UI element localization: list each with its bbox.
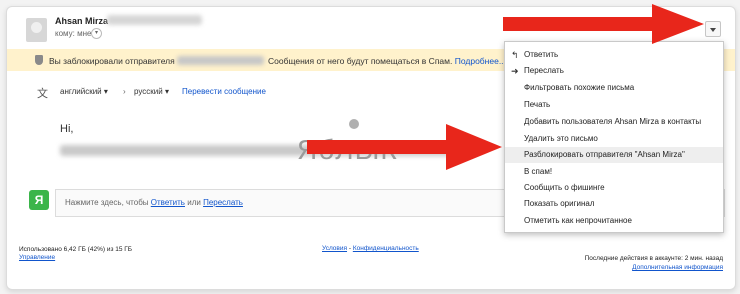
banner-text-after: Сообщения от него будут помещаться в Спа… bbox=[268, 56, 506, 66]
sender-email-blurred bbox=[107, 15, 202, 25]
blocked-email-blurred bbox=[177, 56, 264, 65]
forward-link[interactable]: Переслать bbox=[203, 198, 243, 207]
footer-links: Условия - Конфиденциальность bbox=[322, 245, 419, 252]
chevron-right-icon: › bbox=[123, 87, 126, 96]
menu-item-phishing[interactable]: Сообщить о фишинге bbox=[505, 180, 723, 196]
forward-icon: ➜ bbox=[511, 66, 519, 76]
menu-item-forward[interactable]: ➜ Переслать bbox=[505, 63, 723, 79]
actions-dropdown-menu: ↰ Ответить ➜ Переслать Фильтровать похожие… bbox=[504, 41, 724, 233]
banner-text-before: Вы заблокировали отправителя bbox=[49, 56, 175, 66]
reply-prompt: Нажмите здесь, чтобы Ответить или Пересл… bbox=[65, 198, 243, 207]
menu-item-label: Показать оригинал bbox=[524, 199, 595, 208]
activity-details-link[interactable]: Дополнительная информация bbox=[527, 263, 723, 272]
menu-item-filter[interactable]: Фильтровать похожие письма bbox=[505, 80, 723, 96]
menu-item-show-original[interactable]: Показать оригинал bbox=[505, 196, 723, 212]
menu-item-label: Сообщить о фишинге bbox=[524, 183, 605, 192]
sender-avatar bbox=[26, 18, 47, 42]
storage-usage: Использовано 6,42 ГБ (42%) из 15 ГБ bbox=[19, 246, 133, 253]
menu-item-unblock[interactable]: Разблокировать отправителя "Ahsan Mirza" bbox=[505, 147, 723, 163]
menu-item-add-contact[interactable]: Добавить пользователя Ahsan Mirza в конт… bbox=[505, 114, 723, 130]
source-language-select[interactable]: английский ▾ bbox=[60, 87, 108, 96]
annotation-arrow-head bbox=[446, 124, 502, 170]
account-activity: Последние действия в аккаунте: 2 мин. на… bbox=[527, 254, 723, 272]
reply-link[interactable]: Ответить bbox=[151, 198, 185, 207]
menu-item-label: Удалить это письмо bbox=[524, 134, 598, 143]
menu-item-label: Фильтровать похожие письма bbox=[524, 83, 635, 92]
sender-name[interactable]: Ahsan Mirza bbox=[55, 16, 108, 26]
menu-item-print[interactable]: Печать bbox=[505, 97, 723, 113]
reply-or-text: или bbox=[187, 198, 201, 207]
menu-item-label: Ответить bbox=[524, 50, 559, 59]
activity-text: Последние действия в аккаунте: 2 мин. на… bbox=[584, 255, 723, 262]
menu-item-label: Разблокировать отправителя "Ahsan Mirza" bbox=[524, 150, 685, 159]
reply-prompt-text: Нажмите здесь, чтобы bbox=[65, 198, 149, 207]
translate-icon: 文 bbox=[37, 88, 48, 100]
watermark-apple-icon bbox=[349, 119, 359, 129]
recipient-line: кому: мне bbox=[55, 29, 92, 38]
banner-text-after-label: Сообщения от него будут помещаться в Спа… bbox=[268, 56, 453, 66]
menu-item-spam[interactable]: В спам! bbox=[505, 164, 723, 180]
menu-item-mark-unread[interactable]: Отметить как непрочитанное bbox=[505, 213, 723, 229]
annotation-arrow-head bbox=[652, 4, 704, 44]
more-actions-button[interactable] bbox=[705, 21, 721, 37]
menu-item-label: Отметить как непрочитанное bbox=[524, 216, 632, 225]
annotation-arrow-shaft bbox=[503, 17, 653, 31]
reply-icon: ↰ bbox=[511, 50, 519, 60]
terms-link[interactable]: Условия bbox=[322, 245, 347, 252]
menu-item-reply[interactable]: ↰ Ответить bbox=[505, 47, 723, 63]
target-language-select[interactable]: русский ▾ bbox=[134, 87, 169, 96]
menu-item-label: Добавить пользователя Ahsan Mirza в конт… bbox=[524, 117, 702, 126]
banner-more-link[interactable]: Подробнее... bbox=[455, 56, 506, 66]
footer-separator: - bbox=[348, 245, 352, 252]
menu-item-label: Переслать bbox=[524, 66, 564, 75]
translate-message-link[interactable]: Перевести сообщение bbox=[182, 87, 266, 96]
chevron-down-icon[interactable]: ▾ bbox=[91, 28, 102, 39]
shield-icon bbox=[35, 55, 43, 65]
manage-storage-link[interactable]: Управление bbox=[19, 254, 55, 261]
source-language-label: английский bbox=[60, 87, 102, 96]
privacy-link[interactable]: Конфиденциальность bbox=[353, 245, 419, 252]
menu-item-delete[interactable]: Удалить это письмо bbox=[505, 131, 723, 147]
target-language-label: русский bbox=[134, 87, 163, 96]
menu-item-label: Печать bbox=[524, 100, 551, 109]
menu-item-label: В спам! bbox=[524, 167, 553, 176]
annotation-arrow-shaft bbox=[307, 140, 447, 154]
user-avatar: Я bbox=[29, 190, 49, 210]
message-greeting: Hi, bbox=[60, 123, 74, 135]
